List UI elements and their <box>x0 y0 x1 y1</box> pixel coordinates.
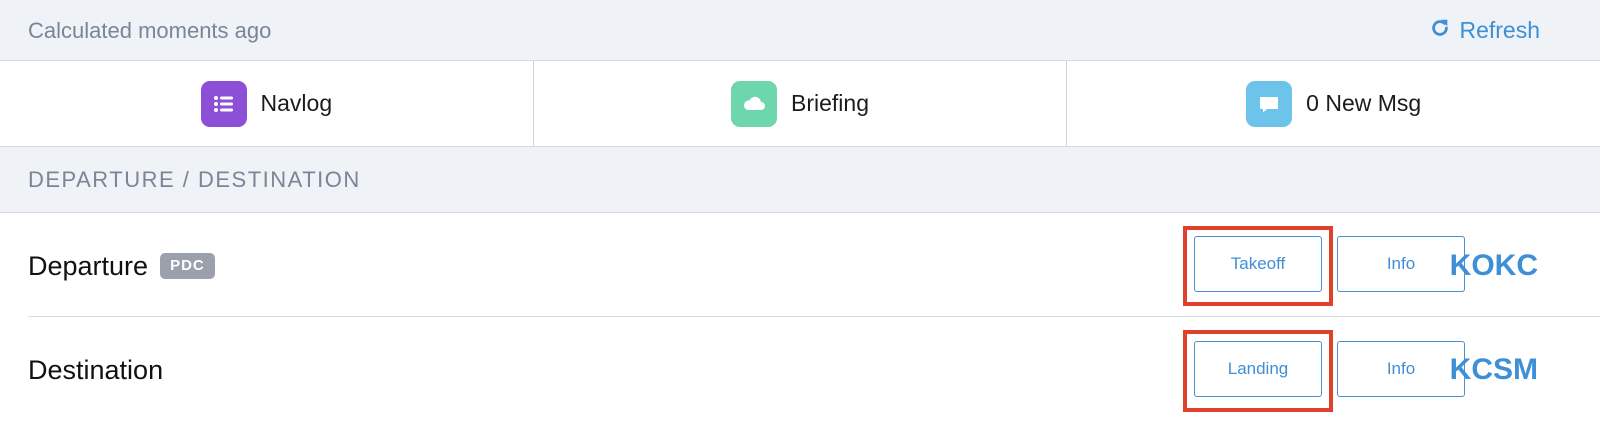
destination-title: Destination <box>28 318 163 422</box>
departure-airport-code[interactable]: KOKC <box>1450 214 1538 318</box>
takeoff-button[interactable]: Takeoff <box>1194 236 1322 292</box>
tab-label: Briefing <box>791 90 869 116</box>
landing-button[interactable]: Landing <box>1194 341 1322 397</box>
row-divider <box>28 316 1600 317</box>
calculation-status: Calculated moments ago <box>28 18 272 43</box>
list-icon <box>200 80 247 127</box>
departure-row: Departure PDC Takeoff Info KOKC <box>0 214 1600 318</box>
refresh-label: Refresh <box>1459 17 1540 43</box>
chat-bubble-icon <box>1246 80 1293 127</box>
section-title: DEPARTURE / DESTINATION <box>28 167 361 192</box>
section-header: DEPARTURE / DESTINATION <box>0 147 1600 213</box>
departure-title: Departure PDC <box>28 214 215 318</box>
departure-label: Departure <box>28 251 149 281</box>
tab-briefing[interactable]: Briefing <box>532 61 1067 146</box>
cloud-icon <box>731 80 778 127</box>
destination-airport-code[interactable]: KCSM <box>1450 318 1538 422</box>
refresh-icon <box>1429 17 1451 45</box>
tab-label: Navlog <box>260 90 333 116</box>
tab-bar: Navlog Briefing 0 New Msg <box>0 61 1600 147</box>
refresh-button[interactable]: Refresh <box>1429 0 1540 61</box>
status-bar: Calculated moments ago Refresh <box>0 0 1600 61</box>
pdc-badge[interactable]: PDC <box>160 253 215 279</box>
departure-info-button[interactable]: Info <box>1337 236 1465 292</box>
tab-label: 0 New Msg <box>1306 90 1422 116</box>
page: Calculated moments ago Refresh Navlog Br… <box>0 0 1600 430</box>
destination-label: Destination <box>28 355 164 385</box>
tab-messages[interactable]: 0 New Msg <box>1066 61 1600 146</box>
tab-navlog[interactable]: Navlog <box>0 61 533 146</box>
destination-info-button[interactable]: Info <box>1337 341 1465 397</box>
destination-row: Destination Landing Info KCSM <box>0 318 1600 430</box>
